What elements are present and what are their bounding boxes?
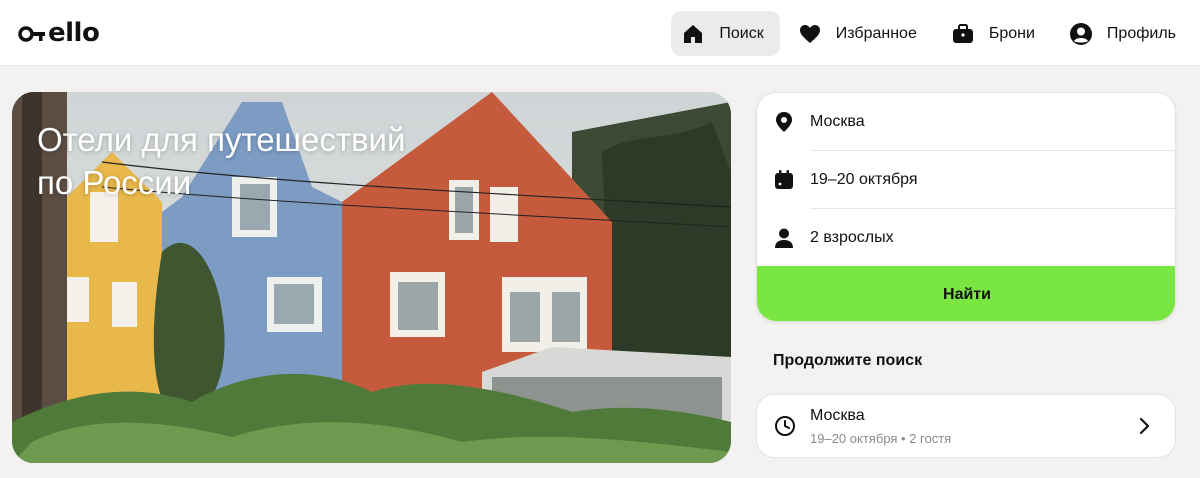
hero-title-line2: по России (37, 164, 192, 201)
nav-label-profile: Профиль (1106, 24, 1176, 42)
recent-separator: • (901, 431, 906, 446)
location-pin-icon (773, 111, 795, 133)
dates-field[interactable]: 19–20 октября (757, 151, 1175, 209)
find-button[interactable]: Найти (757, 266, 1175, 321)
chevron-right-icon (1133, 415, 1155, 437)
recent-details: 19–20 октября • 2 гостя (810, 431, 951, 446)
search-form: Москва 19–20 октября 2 взрослых Найти (756, 92, 1176, 322)
hero-title: Отели для путешествий по России (37, 118, 497, 204)
calendar-icon (773, 169, 795, 191)
home-icon (681, 22, 705, 46)
nav-label-search: Поиск (719, 24, 764, 42)
nav-item-bookings[interactable]: Брони (941, 11, 1051, 56)
recent-guests: 2 гостя (909, 431, 952, 446)
nav-item-profile[interactable]: Профиль (1059, 11, 1192, 56)
continue-search-title: Продолжите поиск (773, 352, 923, 369)
hero-banner[interactable]: Отели для путешествий по России (12, 92, 731, 463)
top-header: ello Поиск Избранное Брони Профиль (0, 0, 1200, 66)
recent-city: Москва (810, 407, 865, 424)
guests-value: 2 взрослых (810, 229, 894, 246)
hero-title-line1: Отели для путешествий (37, 121, 406, 158)
logo-text: ello (48, 18, 100, 48)
otello-logo[interactable]: ello (18, 18, 110, 48)
main-nav: Поиск Избранное Брони Профиль (663, 11, 1192, 56)
suitcase-icon (951, 22, 975, 46)
nav-label-favorites: Избранное (835, 24, 917, 42)
guests-field[interactable]: 2 взрослых (757, 209, 1175, 267)
clock-icon (774, 415, 796, 437)
city-value: Москва (810, 113, 865, 130)
nav-item-favorites[interactable]: Избранное (788, 11, 933, 56)
heart-icon (798, 22, 822, 46)
person-icon (773, 227, 795, 249)
city-field[interactable]: Москва (757, 93, 1175, 151)
nav-label-bookings: Брони (988, 24, 1035, 42)
nav-item-search[interactable]: Поиск (671, 11, 780, 56)
profile-icon (1069, 22, 1093, 46)
recent-search-item[interactable]: Москва 19–20 октября • 2 гостя (756, 394, 1176, 458)
dates-value: 19–20 октября (810, 171, 918, 188)
recent-dates: 19–20 октября (810, 431, 898, 446)
